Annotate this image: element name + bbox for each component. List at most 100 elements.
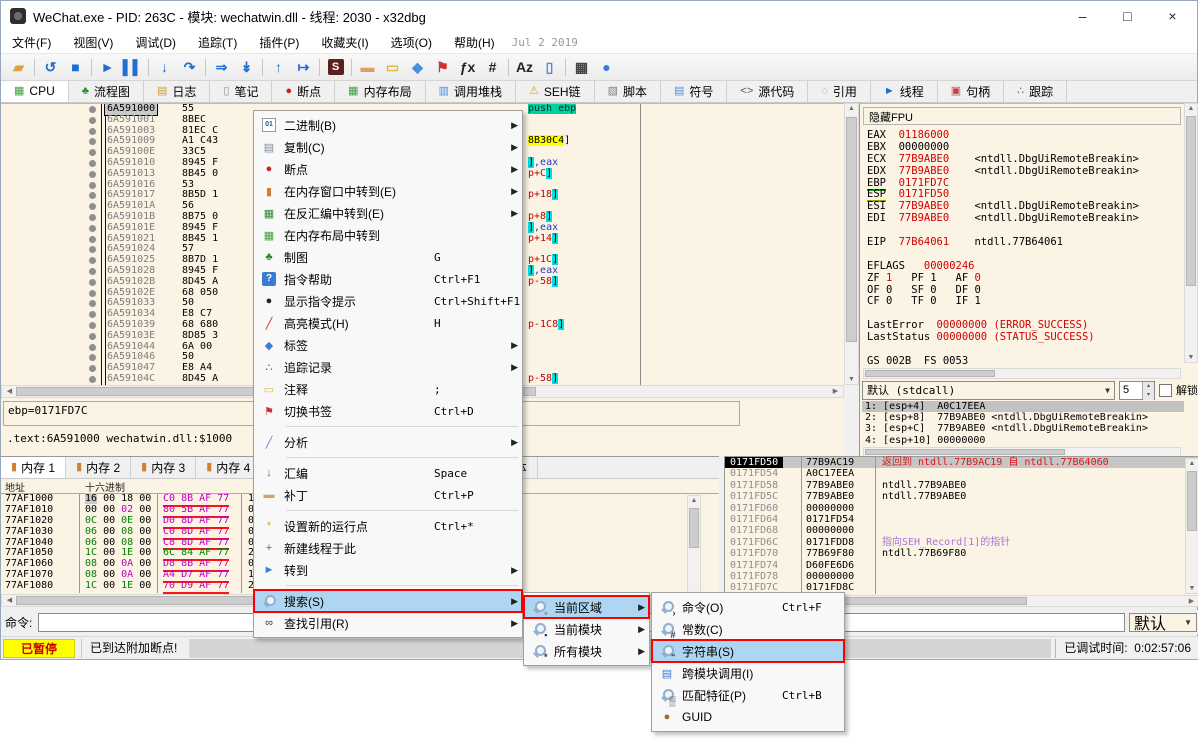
run-icon[interactable]: ► — [95, 56, 120, 79]
open-file-icon[interactable]: ▰ — [6, 56, 31, 79]
stack-row[interactable]: 0171FD5C77B9ABE0ntdll.77B9ABE0 — [725, 491, 1198, 502]
register-line[interactable]: LastStatus 00000000 (STATUS_SUCCESS) — [867, 332, 1179, 344]
dump-tab-3[interactable]: ▮内存 3 — [131, 457, 196, 478]
menu-item-assemble[interactable]: ↓汇编Space — [254, 462, 522, 484]
breakpoint-dot-icon[interactable] — [89, 138, 96, 145]
breakpoint-dot-icon[interactable] — [89, 322, 96, 329]
breakpoint-dot-icon[interactable] — [89, 344, 96, 351]
breakpoint-dot-icon[interactable] — [89, 279, 96, 286]
menu-item-bookmark[interactable]: ⚑切换书签Ctrl+D — [254, 400, 522, 422]
menu-item-search-pattern[interactable]: ▒匹配特征(P)Ctrl+B — [652, 684, 844, 706]
tab-断点[interactable]: ●断点 — [272, 81, 335, 102]
tab-跟踪[interactable]: ∴跟踪 — [1004, 81, 1067, 102]
breakpoint-dot-icon[interactable] — [89, 333, 96, 340]
menu-item-graph[interactable]: ♣制图G — [254, 246, 522, 268]
restart-icon[interactable]: ↺ — [38, 56, 63, 79]
step-over-icon[interactable]: ↷ — [177, 56, 202, 79]
animate-over-icon[interactable]: ↡ — [234, 56, 259, 79]
breakpoint-dot-icon[interactable] — [89, 257, 96, 264]
run-to-user-code-icon[interactable]: ↦ — [291, 56, 316, 79]
stack-panel[interactable]: 0171FD5077B9AC19返回到 ntdll.77B9AC19 自 ntd… — [724, 456, 1198, 607]
stack-row[interactable]: 0171FD6800000000 — [725, 525, 1198, 536]
menu-item-memory-window[interactable]: ▮在内存窗口中转到(E)▶ — [254, 180, 522, 202]
tab-符号[interactable]: ▤符号 — [661, 81, 727, 102]
modify-icon[interactable]: # — [480, 56, 505, 79]
menu-item-memory-map[interactable]: ▦在内存布局中转到 — [254, 224, 522, 246]
breakpoint-dot-icon[interactable] — [89, 354, 96, 361]
animate-into-icon[interactable]: ⇒ — [209, 56, 234, 79]
stack-row[interactable]: 0171FD640171FD54 — [725, 514, 1198, 525]
stack-row[interactable]: 0171FD6C0171FDD8指向SEH_Record[1]的指针 — [725, 537, 1198, 548]
menubar-item[interactable]: 调试(D) — [124, 31, 187, 54]
close-button[interactable]: × — [1150, 2, 1195, 30]
breakpoint-dot-icon[interactable] — [89, 149, 96, 156]
menu-item-find-references[interactable]: ∞查找引用(R)▶ — [254, 612, 522, 634]
call-argument-row[interactable]: 3: [esp+C] 77B9ABE0 <ntdll.DbgUiRemoteBr… — [862, 423, 1184, 434]
pause-icon[interactable]: ▌▌ — [120, 56, 145, 79]
call-argument-row[interactable]: 1: [esp+4] A0C17EEA — [862, 401, 1184, 412]
skip-exceptions-icon[interactable]: S — [323, 56, 348, 79]
menubar-item[interactable]: 追踪(T) — [187, 31, 248, 54]
argument-depth-spinner[interactable]: 5 ▴▾ — [1119, 381, 1155, 400]
hide-fpu-button[interactable]: 隐藏FPU — [863, 107, 1181, 125]
breakpoint-dot-icon[interactable] — [89, 376, 96, 383]
tab-cpu[interactable]: ▦CPU — [1, 81, 69, 102]
breakpoint-dot-icon[interactable] — [89, 290, 96, 297]
menu-item-search-constant[interactable]: #常数(C) — [652, 618, 844, 640]
calling-convention-select[interactable]: 默认 (stdcall) ▼ — [862, 381, 1115, 400]
stack-row[interactable]: 0171FD5077B9AC19返回到 ntdll.77B9AC19 自 ntd… — [725, 457, 1198, 468]
registers-vertical-scrollbar[interactable]: ▲▼ — [1184, 103, 1198, 363]
spinner-arrows-icon[interactable]: ▴▾ — [1142, 382, 1154, 399]
menu-item-search-module[interactable]: ▪当前模块▶ — [524, 618, 649, 640]
menu-item-label[interactable]: ◆标签▶ — [254, 334, 522, 356]
tab-内存布局[interactable]: ▦内存布局 — [335, 81, 425, 102]
command-profile-select[interactable]: 默认 ▼ — [1129, 613, 1197, 632]
menu-item-highlight[interactable]: ╱高亮模式(H)H — [254, 312, 522, 334]
register-line[interactable]: EIP 77B64061 ntdll.77B64061 — [867, 237, 1179, 249]
tab-线程[interactable]: ►线程 — [871, 81, 938, 102]
tab-脚本[interactable]: ▧脚本 — [595, 81, 661, 102]
stack-vertical-scrollbar[interactable]: ▲▼ — [1185, 458, 1198, 594]
menu-item-new-thread[interactable]: +新建线程于此 — [254, 537, 522, 559]
menu-item-patch[interactable]: ▬补丁Ctrl+P — [254, 484, 522, 506]
website-icon[interactable]: ● — [594, 56, 619, 79]
breakpoint-dot-icon[interactable] — [89, 117, 96, 124]
register-line[interactable]: EDI 77B9ABE0 <ntdll.DbgUiRemoteBreakin> — [867, 213, 1179, 225]
registers-panel[interactable]: 隐藏FPU EAX 01186000EBX 00000000ECX 77B9AB… — [859, 103, 1198, 456]
menubar-item[interactable]: 收藏夹(I) — [310, 31, 379, 54]
menu-item-intermodular-calls[interactable]: ▤跨模块调用(I) — [652, 662, 844, 684]
stack-rows[interactable]: 0171FD5077B9AC19返回到 ntdll.77B9AC19 自 ntd… — [725, 457, 1198, 594]
functions-icon[interactable]: ƒx — [455, 56, 480, 79]
breakpoint-dot-icon[interactable] — [89, 182, 96, 189]
patches-icon[interactable]: ▬ — [355, 56, 380, 79]
labels-icon[interactable]: ◆ — [405, 56, 430, 79]
dump-vertical-scrollbar[interactable]: ▲▼ — [687, 495, 701, 607]
menubar-item[interactable]: 文件(F) — [1, 31, 62, 54]
stack-row[interactable]: 0171FD54A0C17EEA — [725, 468, 1198, 479]
breakpoint-dot-icon[interactable] — [89, 311, 96, 318]
stack-row[interactable]: 0171FD5877B9ABE0ntdll.77B9ABE0 — [725, 480, 1198, 491]
tab-seh链[interactable]: ⚠SEH链 — [516, 81, 595, 102]
breakpoint-dot-icon[interactable] — [89, 236, 96, 243]
maximize-button[interactable]: □ — [1105, 2, 1150, 30]
stop-icon[interactable]: ■ — [63, 56, 88, 79]
stack-row[interactable]: 0171FD7077B69F80ntdll.77B69F80 — [725, 548, 1198, 559]
breakpoint-dot-icon[interactable] — [89, 203, 96, 210]
menu-item-trace-record[interactable]: ∴追踪记录▶ — [254, 356, 522, 378]
breakpoint-dot-icon[interactable] — [89, 365, 96, 372]
menu-item-search-string[interactable]: “字符串(S) — [652, 640, 844, 662]
tab-日志[interactable]: ▤日志 — [144, 81, 210, 102]
unlock-checkbox[interactable] — [1159, 384, 1172, 397]
disassembly-vertical-scrollbar[interactable]: ▲▼ — [844, 103, 859, 385]
breakpoint-dot-icon[interactable] — [89, 225, 96, 232]
register-list[interactable]: EAX 01186000EBX 00000000ECX 77B9ABE0 <nt… — [867, 130, 1179, 368]
breakpoint-dot-icon[interactable] — [89, 128, 96, 135]
menu-item-disassembly[interactable]: ▦在反汇编中转到(E)▶ — [254, 202, 522, 224]
execute-till-return-icon[interactable]: ↑ — [266, 56, 291, 79]
breakpoint-dot-icon[interactable] — [89, 160, 96, 167]
menu-item-analyze[interactable]: ╱分析▶ — [254, 431, 522, 453]
bookmarks-icon[interactable]: ⚑ — [430, 56, 455, 79]
register-line[interactable]: CF 0 TF 0 IF 1 — [867, 296, 1179, 308]
registers-horizontal-scrollbar[interactable] — [863, 368, 1181, 379]
breakpoint-dot-icon[interactable] — [89, 268, 96, 275]
